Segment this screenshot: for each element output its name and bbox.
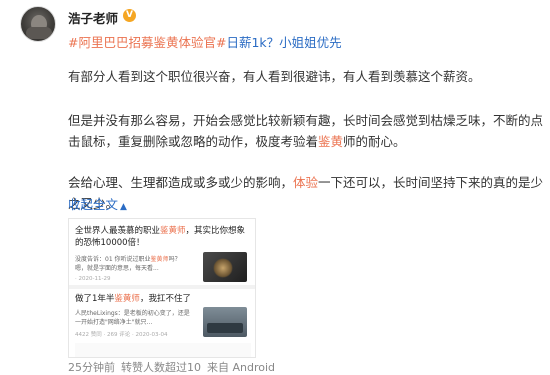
article-meta: 4422 赞同 · 269 评论 · 2020-03-04	[75, 332, 168, 338]
article-title-highlight: 鉴黄师	[160, 226, 186, 236]
paragraph-3-text-a: 会给心理、生理都造成或多或少的影响，	[68, 175, 294, 190]
headline-link[interactable]: 日薪1k？小姐姐优先	[226, 35, 341, 50]
paragraph-2-text-a: 但是并没有那么容易，开始会感觉比较新颖有趣，长时间会感觉到枯燥乏味，不断的点击鼠…	[68, 113, 544, 149]
article-title-text: ，我扛不住了	[139, 294, 191, 304]
article-excerpt: 人民theLixings：是老板的初心变了，还是一开始打造"网络净土"就只...	[75, 310, 190, 326]
embedded-screenshot[interactable]: 全世界人最羡慕的职业鉴黄师，其实比你想象的恐怖10000倍！ 没度告诉：01 你…	[68, 218, 256, 358]
article-title-highlight: 鉴黄师	[114, 294, 140, 304]
collapse-text-button[interactable]: 收起全文 ▲	[68, 194, 127, 213]
paragraph-2: 但是并没有那么容易，开始会感觉比较新颖有趣，长时间会感觉到枯燥乏味，不断的点击鼠…	[68, 110, 546, 152]
paragraph-1: 有部分人看到这个职位很兴奋，有人看到很避讳，有人看到羡慕这个薪资。	[68, 69, 481, 84]
article-card: 做了1年半鉴黄师，我扛不住了 人民theLixings：是老板的初心变了，还是一…	[69, 289, 255, 357]
keyword-highlight[interactable]: 鉴黄	[318, 134, 343, 149]
article-excerpt: 没度告诉：01 你听说过职业鉴黄师吗？ 嗯，就是字面的意思，每天看...	[75, 255, 193, 273]
avatar-hands	[26, 27, 52, 39]
topic-tag[interactable]: #阿里巴巴招募鉴黄体验官#	[68, 35, 226, 50]
verified-badge-icon: V	[123, 9, 136, 22]
article-thumbnail	[203, 252, 247, 282]
article-title: 全世界人最羡慕的职业鉴黄师，其实比你想象的恐怖10000倍！	[75, 225, 251, 249]
article-title: 做了1年半鉴黄师，我扛不住了	[75, 293, 251, 305]
paragraph-3: 会给心理、生理都造成或多或少的影响，体验一下还可以，长时间坚持下来的真的是少之又…	[68, 172, 546, 214]
repost-count[interactable]: 转赞人数超过10	[121, 361, 201, 374]
card-bottom-strip	[75, 343, 251, 357]
post-footer: 25分钟前 转赞人数超过10 来自 Android	[68, 359, 281, 375]
collapse-label: 收起全文	[68, 197, 119, 212]
post-time[interactable]: 25分钟前	[68, 361, 115, 374]
keyword-highlight[interactable]: 体验	[293, 175, 318, 190]
weibo-post: 浩子老师 V #阿里巴巴招募鉴黄体验官#日薪1k？小姐姐优先 有部分人看到这个职…	[0, 0, 550, 375]
article-title-text: 全世界人最羡慕的职业	[75, 226, 161, 236]
chevron-up-icon: ▲	[120, 202, 127, 212]
article-excerpt-highlight: 鉴黄师	[150, 256, 169, 263]
post-source: 来自 Android	[207, 361, 276, 374]
article-thumbnail	[203, 307, 247, 337]
author-name[interactable]: 浩子老师	[68, 8, 118, 27]
avatar[interactable]	[20, 6, 56, 42]
article-excerpt-text: 没度告诉：01 你听说过职业	[75, 256, 151, 263]
article-title-text: 做了1年半	[75, 294, 115, 304]
article-card: 全世界人最羡慕的职业鉴黄师，其实比你想象的恐怖10000倍！ 没度告诉：01 你…	[69, 219, 255, 285]
paragraph-2-text-b: 师的耐心。	[343, 134, 406, 149]
article-meta: · 2020-11-29	[75, 276, 111, 282]
post-headline: #阿里巴巴招募鉴黄体验官#日薪1k？小姐姐优先	[68, 32, 342, 51]
